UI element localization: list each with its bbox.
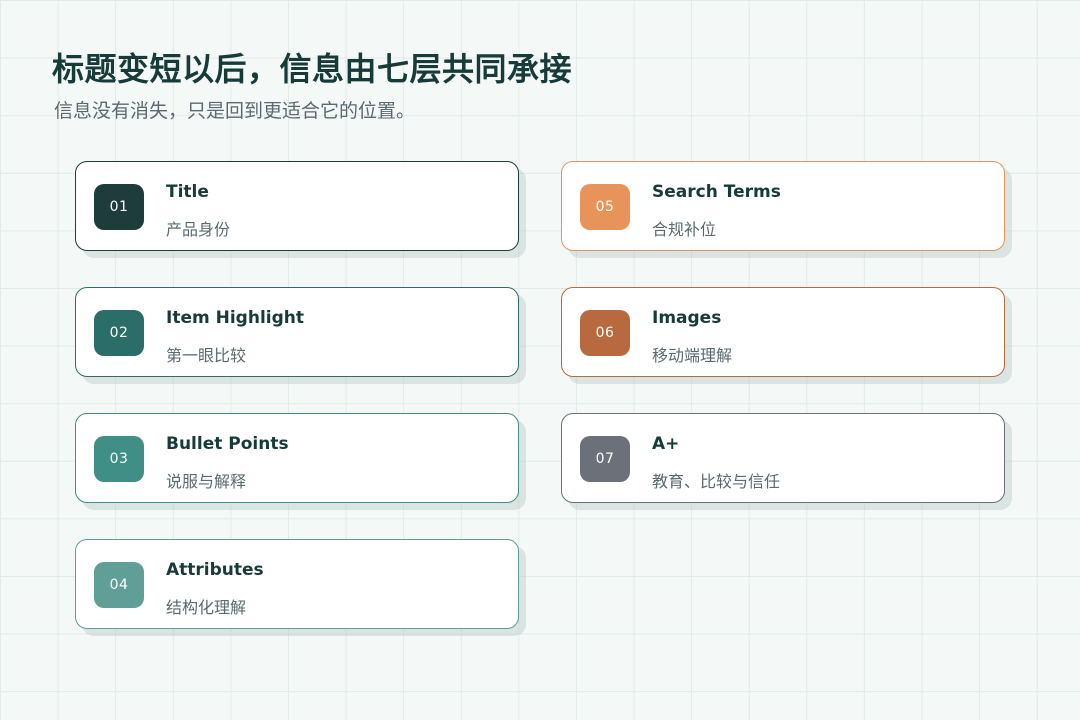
layer-card-images: 06 Images 移动端理解 (561, 287, 1005, 377)
layer-card-a-plus: 07 A+ 教育、比较与信任 (561, 413, 1005, 503)
card-title: Attributes (166, 560, 264, 580)
card-description: 结构化理解 (166, 598, 247, 617)
number-badge: 04 (94, 562, 144, 608)
card-title: Item Highlight (166, 308, 304, 328)
layer-card-search-terms: 05 Search Terms 合规补位 (561, 161, 1005, 251)
card-description: 说服与解释 (166, 472, 247, 491)
card-title: Title (166, 182, 209, 202)
layer-card-bullet-points: 03 Bullet Points 说服与解释 (75, 413, 519, 503)
layer-card-attributes: 04 Attributes 结构化理解 (75, 539, 519, 629)
card-title: Images (652, 308, 722, 328)
number-badge: 03 (94, 436, 144, 482)
page-title: 标题变短以后，信息由七层共同承接 (52, 50, 573, 88)
number-badge: 02 (94, 310, 144, 356)
card-title: Bullet Points (166, 434, 289, 454)
layer-card-title: 01 Title 产品身份 (75, 161, 519, 251)
card-title: A+ (652, 434, 680, 454)
number-badge: 05 (580, 184, 630, 230)
card-description: 第一眼比较 (166, 346, 247, 365)
number-badge: 07 (580, 436, 630, 482)
card-description: 合规补位 (652, 220, 717, 239)
card-description: 产品身份 (166, 220, 231, 239)
card-description: 教育、比较与信任 (652, 472, 781, 491)
page-subtitle: 信息没有消失，只是回到更适合它的位置。 (54, 100, 416, 122)
number-badge: 06 (580, 310, 630, 356)
number-badge: 01 (94, 184, 144, 230)
card-description: 移动端理解 (652, 346, 733, 365)
layer-card-item-highlight: 02 Item Highlight 第一眼比较 (75, 287, 519, 377)
card-title: Search Terms (652, 182, 781, 202)
